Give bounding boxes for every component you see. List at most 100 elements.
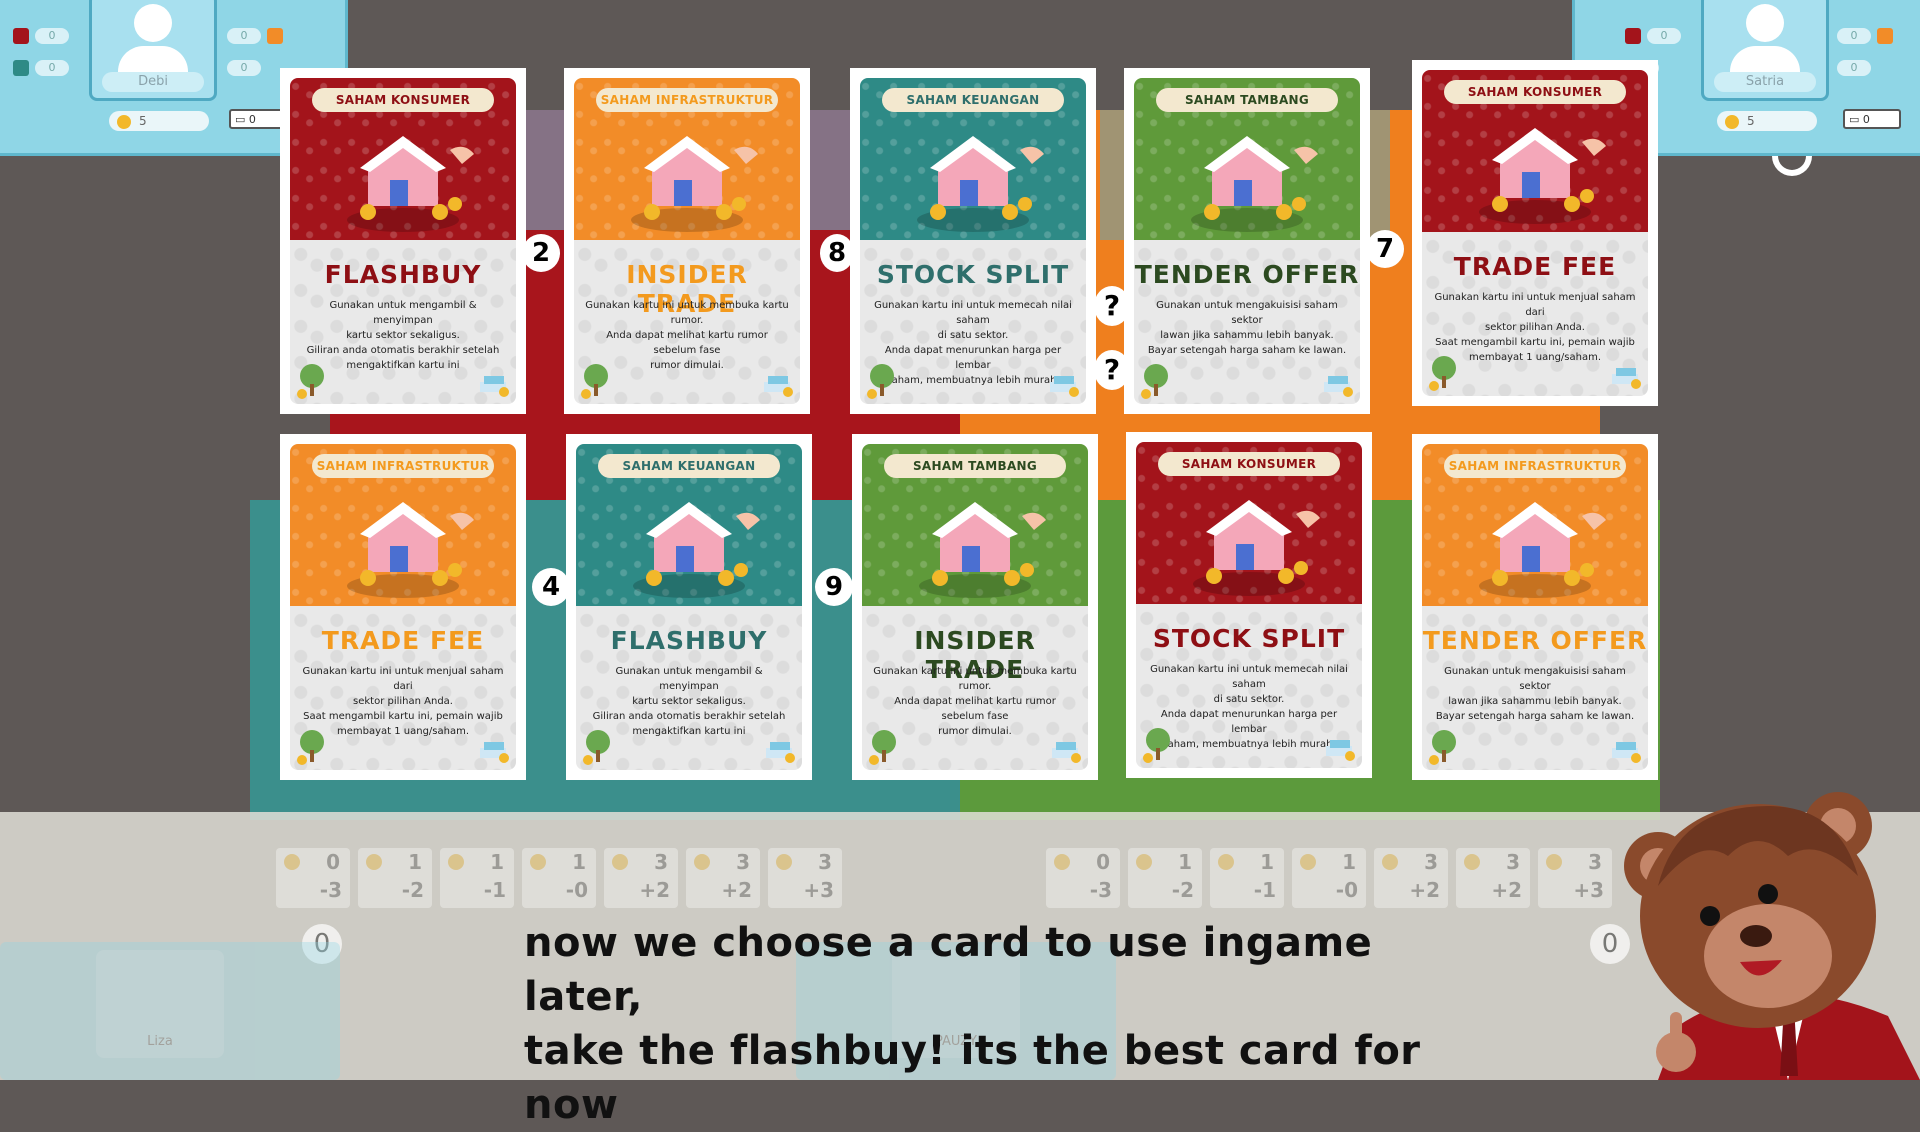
price-track-tile: 1 -1 [1210,848,1284,908]
track-bottom-value: -3 [319,878,342,902]
tutorial-caption: now we choose a card to use ingame later… [524,916,1424,1132]
card-description-line: Gunakan kartu ini untuk membuka kartu [585,300,789,311]
coin-icon [1054,854,1070,870]
card-description-line: Saat mengambil kartu ini, pemain wajib [303,711,503,722]
card-description-line: sektor pilihan Anda. [1485,322,1585,333]
card-description-line: Gunakan kartu ini untuk memecah nilai sa… [1150,664,1348,690]
corner-decoration-icon [1429,730,1456,765]
coin-icon [776,854,792,870]
coin-icon [1464,854,1480,870]
stat-row: 0 [227,27,283,45]
card-description-line: Saat mengambil kartu ini, pemain wajib [1435,337,1635,348]
card-body: INSIDER TRADE Gunakan kartu ini untuk me… [862,606,1088,770]
coin-icon [1300,854,1316,870]
corner-decoration-icon [766,742,795,763]
sector-card[interactable]: SAHAM TAMBANG INSIDER TRADE Gunakan kart… [852,434,1098,780]
track-top-value: 3 [818,850,832,874]
teal-token-icon [13,60,29,76]
coin-icon [1546,854,1562,870]
corner-decoration-icon [581,364,608,399]
caption-line-1: now we choose a card to use ingame later… [524,920,1373,1020]
price-track-tile: 1 -2 [1128,848,1202,908]
corner-decoration-icon [297,364,324,399]
aux-counter: ▭ 0 [229,109,287,129]
card-description-line: Gunakan kartu ini untuk menjual saham da… [1434,292,1636,318]
card-header: SAHAM KEUANGAN [860,78,1086,240]
card-header: SAHAM KEUANGAN [576,444,802,606]
track-bottom-value: -0 [565,878,588,902]
price-track-tile: 1 -2 [358,848,432,908]
track-bottom-value: +3 [803,878,834,902]
sector-card[interactable]: SAHAM INFRASTRUKTUR TRADE FEE Gunakan ka… [280,434,526,780]
sector-card[interactable]: SAHAM KONSUMER STOCK SPLIT Gunakan kartu… [1126,432,1372,778]
coin-icon [284,854,300,870]
corner-decoration-icon [297,730,324,765]
card-description-line: rumor. [670,315,704,326]
card-body: FLASHBUY Gunakan untuk mengambil & menyi… [576,606,802,770]
stat-value: 0 [227,60,261,76]
card-description-line: kartu sektor sekaligus. [632,696,746,707]
card-header: SAHAM KONSUMER [290,78,516,240]
coin-icon [1382,854,1398,870]
card-description-line: di satu sektor. [937,330,1009,341]
card-description-line: Bayar setengah harga saham ke lawan. [1435,711,1635,722]
card-description-line: di satu sektor. [1213,694,1285,705]
sector-card[interactable]: SAHAM TAMBANG TENDER OFFER Gunakan untuk… [1124,68,1370,414]
invest-house-icon [1479,502,1606,598]
coin-icon [1725,114,1739,129]
card-description-line: Gunakan kartu ini untuk menjual saham da… [302,666,504,692]
track-bottom-value: -1 [1253,878,1276,902]
sector-card[interactable]: SAHAM INFRASTRUKTUR TENDER OFFER Gunakan… [1412,434,1658,780]
house-hand-icon [633,502,760,598]
corner-decoration-icon [1612,368,1641,389]
coin-value: 5 [139,114,147,128]
sector-card[interactable]: SAHAM KONSUMER FLASHBUY Gunakan untuk me… [280,68,526,414]
track-bottom-value: +2 [721,878,752,902]
card-description-line: Gunakan untuk mengakuisisi saham sektor [1156,300,1338,326]
card-description-line: lawan jika sahammu lebih banyak. [1160,330,1334,341]
orange-token-icon [1877,28,1893,44]
track-top-value: 3 [736,850,750,874]
track-bottom-value: +2 [1409,878,1440,902]
price-track-tile: 3 +2 [604,848,678,908]
card-description: Gunakan untuk mengakuisisi saham sektor l… [1144,298,1350,358]
sector-card[interactable]: SAHAM KONSUMER TRADE FEE Gunakan kartu i… [1412,60,1658,406]
card-title: TRADE FEE [1453,252,1617,281]
card-header: SAHAM INFRASTRUKTUR [290,444,516,606]
piggy-bank-icon [631,136,758,232]
card-description-line: Anda dapat melihat kartu rumor sebelum f… [606,330,768,356]
card-body: STOCK SPLIT Gunakan kartu ini untuk meme… [860,240,1086,404]
card-title: FLASHBUY [610,626,768,655]
card-description-line: rumor. [958,681,992,692]
card-body: TRADE FEE Gunakan kartu ini untuk menjua… [1422,232,1648,396]
corner-decoration-icon [1612,742,1641,763]
track-bottom-value: -3 [1089,878,1112,902]
track-row-right: 0 -3 1 -2 1 -1 1 -0 3 +2 3 +2 3 +3 [1046,848,1612,908]
sector-card[interactable]: SAHAM KEUANGAN FLASHBUY Gunakan untuk me… [566,434,812,780]
stat-row: 0 [1625,27,1681,45]
track-top-value: 3 [654,850,668,874]
coin-value: 5 [1747,114,1755,128]
sector-card[interactable]: SAHAM KEUANGAN STOCK SPLIT Gunakan kartu… [850,68,1096,414]
player-panel-liza: Liza [0,942,340,1080]
bear-mascot-icon [1624,792,1920,1080]
price-track-tile: 0 -3 [1046,848,1120,908]
price-track-tile: 1 -1 [440,848,514,908]
stat-value: 0 [1647,28,1681,44]
player-name: Liza [147,1034,173,1049]
player-name: Satria [1714,72,1816,92]
board-number: 8 [820,234,854,272]
corner-decoration-icon [1050,376,1079,397]
track-row-left: 0 -3 1 -2 1 -1 1 -0 3 +2 3 +2 3 +3 [276,848,842,908]
aux-counter: ▭ 0 [1843,109,1901,129]
corner-decoration-icon [1143,728,1170,763]
board-number: 7 [1366,230,1404,268]
card-title: STOCK SPLIT [876,260,1070,289]
track-top-value: 0 [1096,850,1110,874]
house-hand-icon [347,136,474,232]
price-track-tile: 3 +3 [768,848,842,908]
card-body: TRADE FEE Gunakan kartu ini untuk menjua… [290,606,516,770]
price-track-tile: 3 +2 [1374,848,1448,908]
track-top-value: 1 [1342,850,1356,874]
sector-card[interactable]: SAHAM INFRASTRUKTUR INSIDER TRADE Gunaka… [564,68,810,414]
